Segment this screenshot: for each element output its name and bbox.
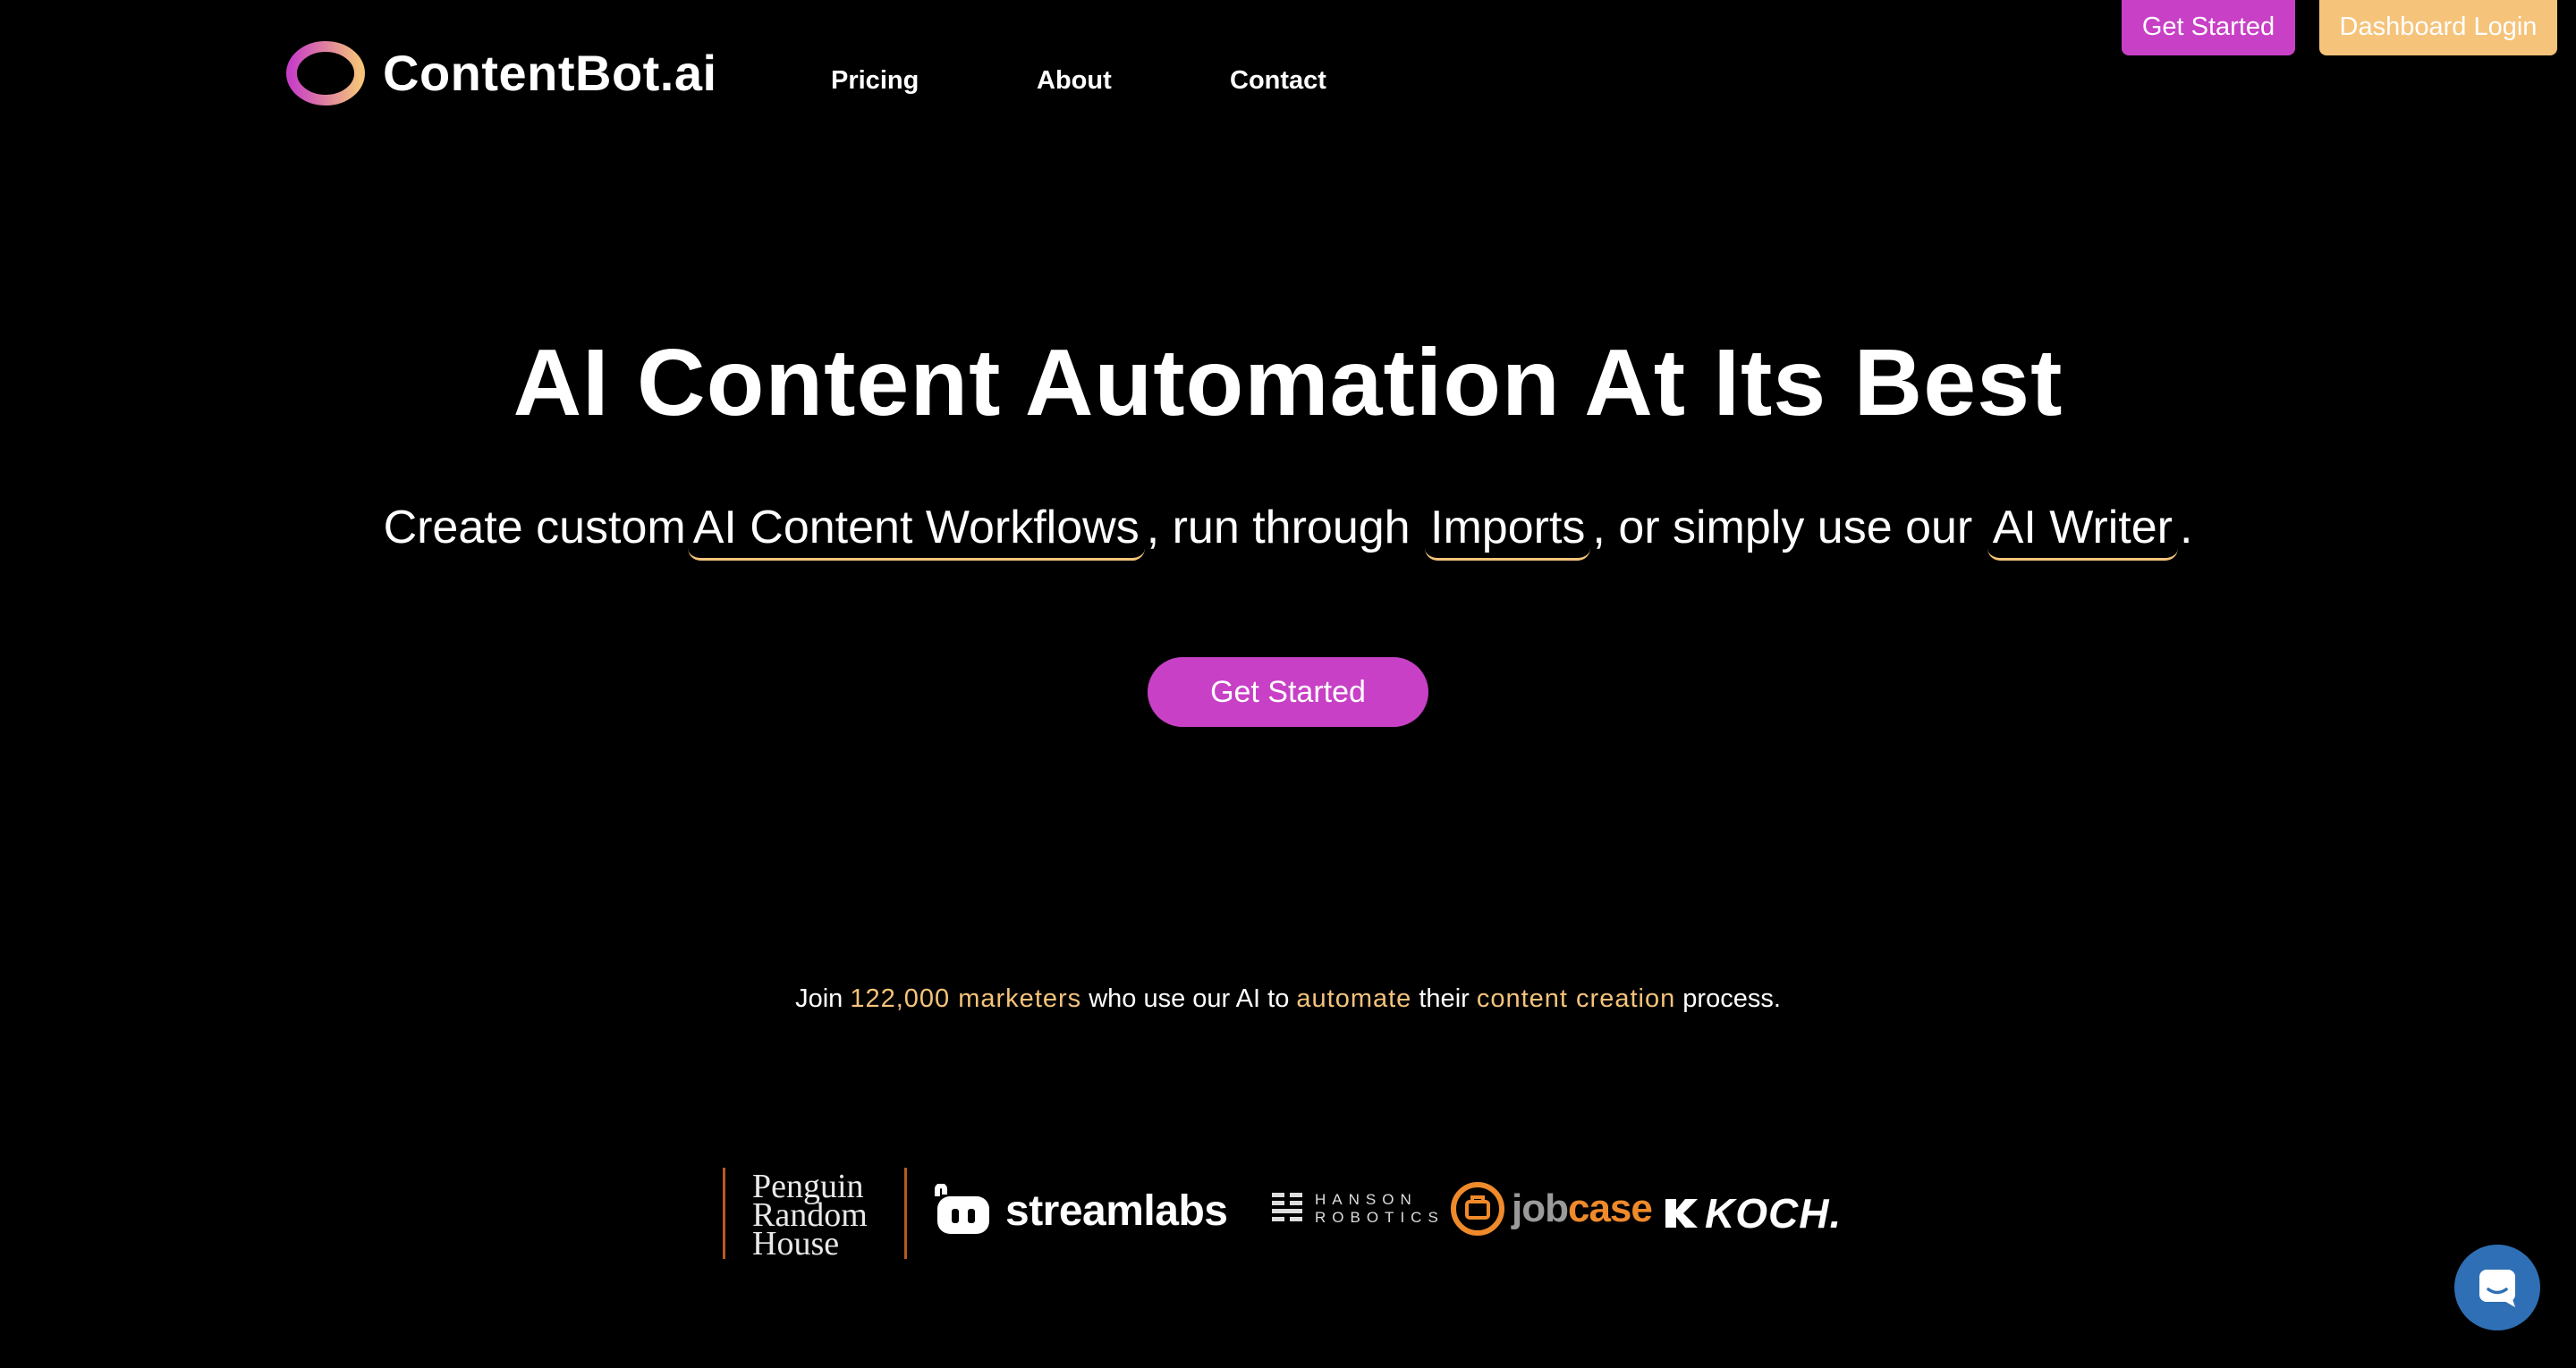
streamlabs-icon — [935, 1184, 989, 1234]
logo-text: ROBOTICS — [1315, 1209, 1445, 1226]
contentbot-ring-icon — [286, 41, 365, 106]
page: ContentBot.ai Pricing About Contact Get … — [0, 0, 2576, 1368]
hanson-robotics-icon — [1272, 1193, 1302, 1221]
koch-logo: KOCH. — [1662, 1189, 1842, 1237]
jobcase-logo: jobcase — [1449, 1180, 1653, 1237]
brand-name: ContentBot.ai — [383, 45, 717, 101]
chat-bubble-icon — [2479, 1270, 2515, 1307]
dashboard-login-button[interactable]: Dashboard Login — [2319, 0, 2557, 55]
logo-text: KOCH. — [1705, 1190, 1843, 1237]
ai-writer-link[interactable]: AI Writer — [1987, 501, 2178, 561]
jobcase-icon — [1451, 1182, 1504, 1236]
ai-content-workflows-link[interactable]: AI Content Workflows — [687, 501, 1145, 561]
marketers-count: 122,000 marketers — [850, 984, 1082, 1013]
nav-pricing-link[interactable]: Pricing — [831, 66, 919, 96]
penguin-random-house-logo: Penguin Random House — [723, 1168, 907, 1262]
social-proof-text: their — [1419, 984, 1470, 1013]
subtitle-text: , or simply use our — [1592, 502, 1973, 553]
hero-get-started-button[interactable]: Get Started — [1148, 657, 1428, 727]
brand-logo[interactable]: ContentBot.ai — [284, 39, 717, 107]
automate-highlight: automate — [1296, 984, 1412, 1013]
hero-subtitle: Create custom AI Content Workflows, run t… — [0, 501, 2576, 561]
header-get-started-button[interactable]: Get Started — [2122, 0, 2295, 55]
subtitle-text: Create custom — [383, 502, 686, 553]
nav-contact-link[interactable]: Contact — [1230, 66, 1326, 96]
logo-text: HANSON — [1315, 1191, 1418, 1208]
client-logos: Penguin Random House streamlabs HANSON R… — [0, 1162, 2576, 1270]
subtitle-text: . — [2179, 502, 2193, 553]
social-proof: Join 122,000 marketers who use our AI to… — [0, 984, 2576, 1014]
logo-text: streamlabs — [1005, 1186, 1228, 1235]
social-proof-text: Join — [795, 984, 843, 1013]
logo-text: case — [1567, 1186, 1653, 1230]
chat-launcher-button[interactable] — [2454, 1245, 2540, 1330]
content-creation-highlight: content creation — [1476, 984, 1676, 1013]
koch-icon — [1665, 1199, 1698, 1228]
subtitle-text: , run through — [1146, 502, 1411, 553]
streamlabs-logo: streamlabs — [930, 1184, 1228, 1237]
hanson-robotics-logo: HANSON ROBOTICS — [1272, 1191, 1445, 1227]
logo-text: job — [1512, 1186, 1569, 1230]
social-proof-text: who use our AI to — [1089, 984, 1290, 1013]
hero-title: AI Content Automation At Its Best — [513, 330, 2063, 435]
logo-text: House — [752, 1225, 840, 1262]
social-proof-text: process. — [1682, 984, 1781, 1013]
imports-link[interactable]: Imports — [1425, 501, 1591, 561]
nav-about-link[interactable]: About — [1037, 66, 1112, 96]
